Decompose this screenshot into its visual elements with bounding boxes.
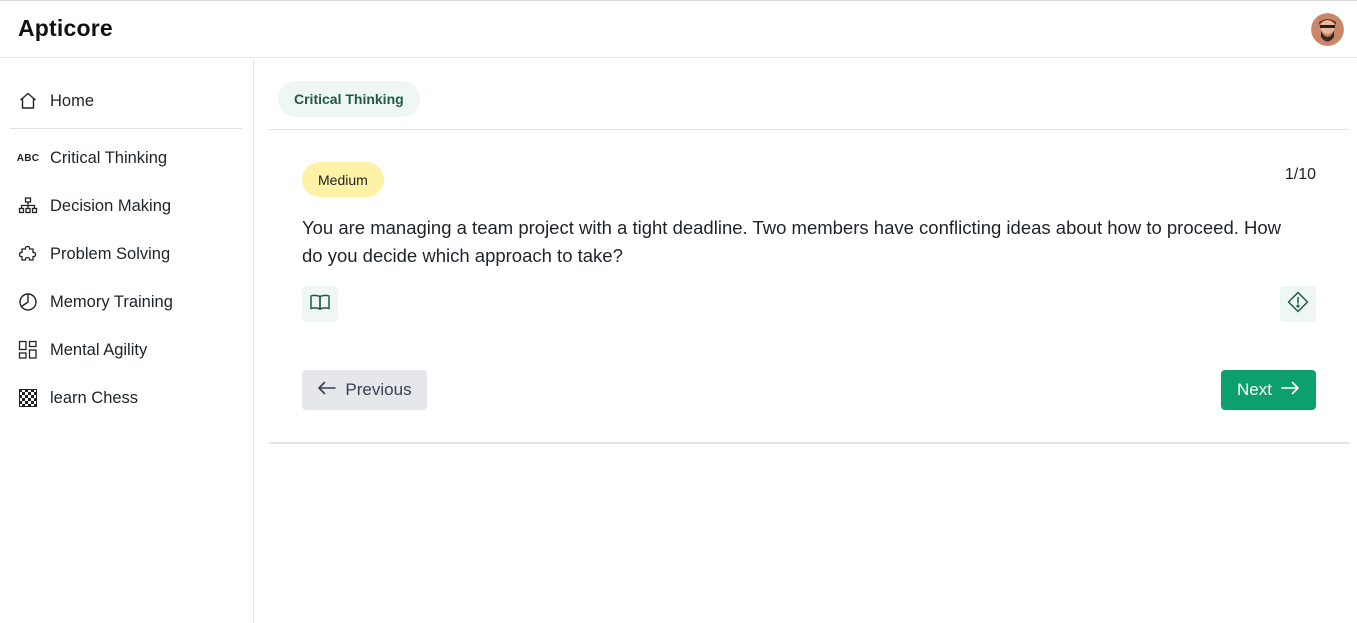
sidebar-item-label: Home — [50, 91, 95, 110]
question-counter: 1/10 — [1284, 166, 1316, 183]
divider — [269, 442, 1349, 444]
warning-diamond-icon — [1287, 291, 1309, 318]
sidebar-item-label: Decision Making — [50, 196, 172, 215]
sidebar-divider — [10, 128, 242, 129]
next-button[interactable]: Next — [1221, 370, 1316, 410]
sidebar-item-home[interactable]: Home — [10, 81, 242, 121]
report-button[interactable] — [1280, 286, 1316, 322]
next-label: Next — [1237, 380, 1272, 399]
question-text: You are managing a team project with a t… — [302, 217, 1282, 266]
grid-icon — [17, 339, 39, 361]
difficulty-badge: Medium — [302, 162, 384, 197]
previous-label: Previous — [345, 380, 412, 399]
previous-button[interactable]: Previous — [302, 370, 427, 410]
arrow-right-icon — [1280, 380, 1300, 400]
sidebar-item-label: learn Chess — [50, 388, 139, 407]
chessboard-icon — [17, 387, 39, 409]
pie-chart-icon — [17, 291, 39, 313]
main-content: Critical Thinking Medium 1/10 You are ma… — [254, 58, 1357, 623]
sidebar: Home ABC Critical Thinking Decision Maki… — [0, 58, 254, 623]
sidebar-item-memory-training[interactable]: Memory Training — [10, 282, 242, 322]
sidebar-item-label: Mental Agility — [50, 340, 148, 359]
sidebar-item-critical-thinking[interactable]: ABC Critical Thinking — [10, 138, 242, 178]
user-avatar[interactable] — [1311, 13, 1344, 46]
abc-icon: ABC — [16, 152, 40, 164]
sidebar-item-problem-solving[interactable]: Problem Solving — [10, 234, 242, 274]
top-bar: Apticore — [0, 0, 1357, 58]
sidebar-item-label: Problem Solving — [50, 244, 171, 263]
arrow-left-icon — [317, 380, 337, 400]
sidebar-item-label: Memory Training — [50, 292, 173, 311]
explanation-button[interactable] — [302, 286, 338, 322]
sidebar-item-label: Critical Thinking — [50, 148, 168, 167]
divider — [269, 129, 1349, 130]
sidebar-item-mental-agility[interactable]: Mental Agility — [10, 330, 242, 370]
home-icon — [17, 90, 39, 112]
sidebar-item-decision-making[interactable]: Decision Making — [10, 186, 242, 226]
hierarchy-icon — [17, 195, 39, 217]
puzzle-icon — [17, 243, 39, 265]
app-title: Apticore — [18, 15, 113, 41]
sidebar-item-learn-chess[interactable]: learn Chess — [10, 378, 242, 418]
book-icon — [309, 291, 331, 318]
category-pill: Critical Thinking — [278, 81, 420, 117]
